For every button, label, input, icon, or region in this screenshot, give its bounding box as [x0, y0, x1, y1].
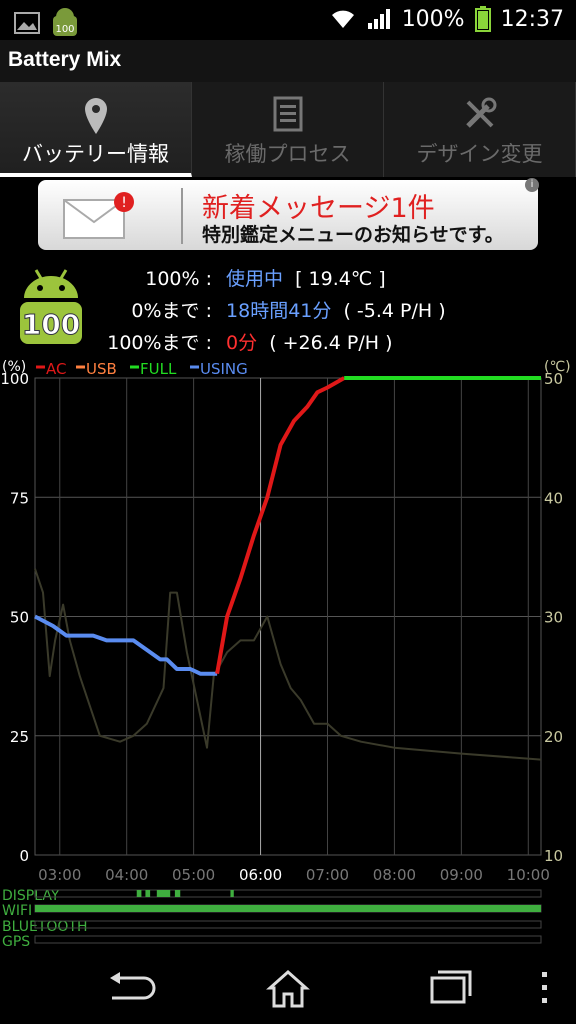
list-icon	[273, 96, 302, 132]
x-tick-label: 09:00	[440, 866, 483, 884]
y2-tick-label: 20	[544, 728, 563, 746]
legend-label: USB	[86, 360, 117, 378]
chart-grid	[34, 377, 542, 856]
usage-track	[34, 889, 542, 898]
tab-label: バッテリー情報	[22, 142, 169, 166]
y-tick-label: 50	[10, 609, 29, 627]
to-empty-rate: ( -5.4 P/H )	[343, 300, 446, 322]
y-tick-label: 25	[10, 728, 29, 746]
display-on-segment	[230, 890, 234, 897]
display-on-segment	[174, 890, 181, 897]
status-bar: 100 100% 12:37	[0, 0, 576, 40]
x-tick-label: 10:00	[507, 866, 550, 884]
status-value: 使用中	[226, 268, 284, 290]
signal-icon	[367, 9, 390, 29]
to-empty-row: 0%まで : 18時間41分 ( -5.4 P/H )	[100, 296, 446, 323]
battery-history-chart: AC USB FULL USING 100 5075 4050 3025 200 1003:00…	[0, 359, 571, 884]
x-tick-label: 03:00	[38, 866, 81, 884]
legend-label: USING	[200, 360, 248, 378]
to-full-row: 100%まで : 0分 ( +26.4 P/H )	[100, 328, 393, 355]
back-icon[interactable]	[98, 966, 158, 1010]
battery-level-badge: 100	[22, 308, 80, 341]
ad-banner[interactable]: ! 新着メッセージ1件 特別鑑定メニューのお知らせです。	[38, 180, 538, 250]
recents-icon[interactable]	[418, 966, 478, 1010]
usage-track	[34, 935, 542, 944]
android-battery-icon: 100	[20, 269, 82, 344]
tab-processes[interactable]: 稼働プロセス	[192, 82, 384, 177]
overflow-menu-icon[interactable]	[522, 966, 566, 1010]
ad-info-icon[interactable]: i	[525, 178, 539, 192]
y-tick-label: 0	[19, 847, 29, 865]
x-tick-label: 04:00	[105, 866, 148, 884]
x-tick-label: 08:00	[373, 866, 416, 884]
location-pin-icon	[84, 98, 107, 134]
usage-label: GPS	[2, 934, 30, 950]
tools-icon	[465, 97, 496, 128]
ad-separator	[181, 188, 183, 244]
wifi-on-segment	[35, 905, 541, 912]
tab-bar: バッテリー情報 稼働プロセス デザイン変更	[0, 82, 576, 177]
navigation-bar	[0, 952, 576, 1024]
ad-badge-text: !	[121, 195, 127, 211]
y2-tick-label: 30	[544, 609, 563, 627]
clock: 12:37	[500, 6, 564, 32]
usage-track	[34, 920, 542, 929]
battery-mix-notification-icon: 100	[53, 8, 77, 36]
tab-battery-info[interactable]: バッテリー情報	[0, 82, 192, 177]
app-title: Battery Mix	[8, 48, 122, 71]
to-full-label: 100%まで :	[107, 332, 212, 354]
legend-label: AC	[46, 360, 66, 378]
to-full-value: 0分	[226, 332, 258, 354]
temperature-value: [ 19.4℃ ]	[295, 268, 386, 290]
y-tick-label: 75	[10, 489, 29, 507]
battery-percent: 100%	[401, 6, 465, 32]
battery-icon	[474, 6, 491, 32]
y2-tick-label: 10	[544, 847, 563, 865]
display-on-segment	[136, 890, 142, 897]
envelope-icon: !	[63, 192, 134, 239]
image-notification-icon	[14, 12, 40, 34]
title-bar: Battery Mix	[0, 40, 576, 83]
ad-subline: 特別鑑定メニューのお知らせです。	[202, 224, 504, 246]
y2-unit-label: (℃)	[544, 359, 571, 375]
battery-info: 100 100% : 使用中 [ 19.4℃ ] 0%まで : 18時間41分 …	[0, 258, 576, 358]
tab-label: 稼働プロセス	[224, 142, 351, 166]
status-label: 100% :	[145, 268, 212, 290]
display-on-segment	[156, 890, 171, 897]
x-tick-label: 06:00	[239, 866, 282, 884]
tab-design[interactable]: デザイン変更	[384, 82, 576, 177]
notification-badge-text: 100	[55, 24, 74, 35]
x-tick-label: 05:00	[172, 866, 215, 884]
y-unit-label: (%)	[2, 359, 26, 375]
chart-series	[34, 376, 542, 761]
status-row: 100% : 使用中 [ 19.4℃ ]	[100, 264, 386, 291]
series-line-temperature	[34, 568, 542, 761]
home-icon[interactable]	[258, 966, 318, 1010]
legend-label: FULL	[140, 360, 177, 378]
wifi-icon	[331, 10, 354, 28]
y2-tick-label: 40	[544, 489, 563, 507]
usage-bars: DISPLAYWIFIBLUETOOTHGPS	[2, 888, 542, 950]
to-empty-label: 0%まで :	[131, 300, 212, 322]
chart-legend: AC USB FULL USING	[36, 360, 248, 378]
x-tick-label: 07:00	[306, 866, 349, 884]
usage-label: WIFI	[2, 903, 32, 919]
tab-label: デザイン変更	[416, 142, 543, 166]
to-empty-value: 18時間41分	[226, 300, 332, 322]
display-on-segment	[145, 890, 151, 897]
series-line-ac	[215, 376, 346, 675]
to-full-rate: ( +26.4 P/H )	[269, 332, 393, 354]
